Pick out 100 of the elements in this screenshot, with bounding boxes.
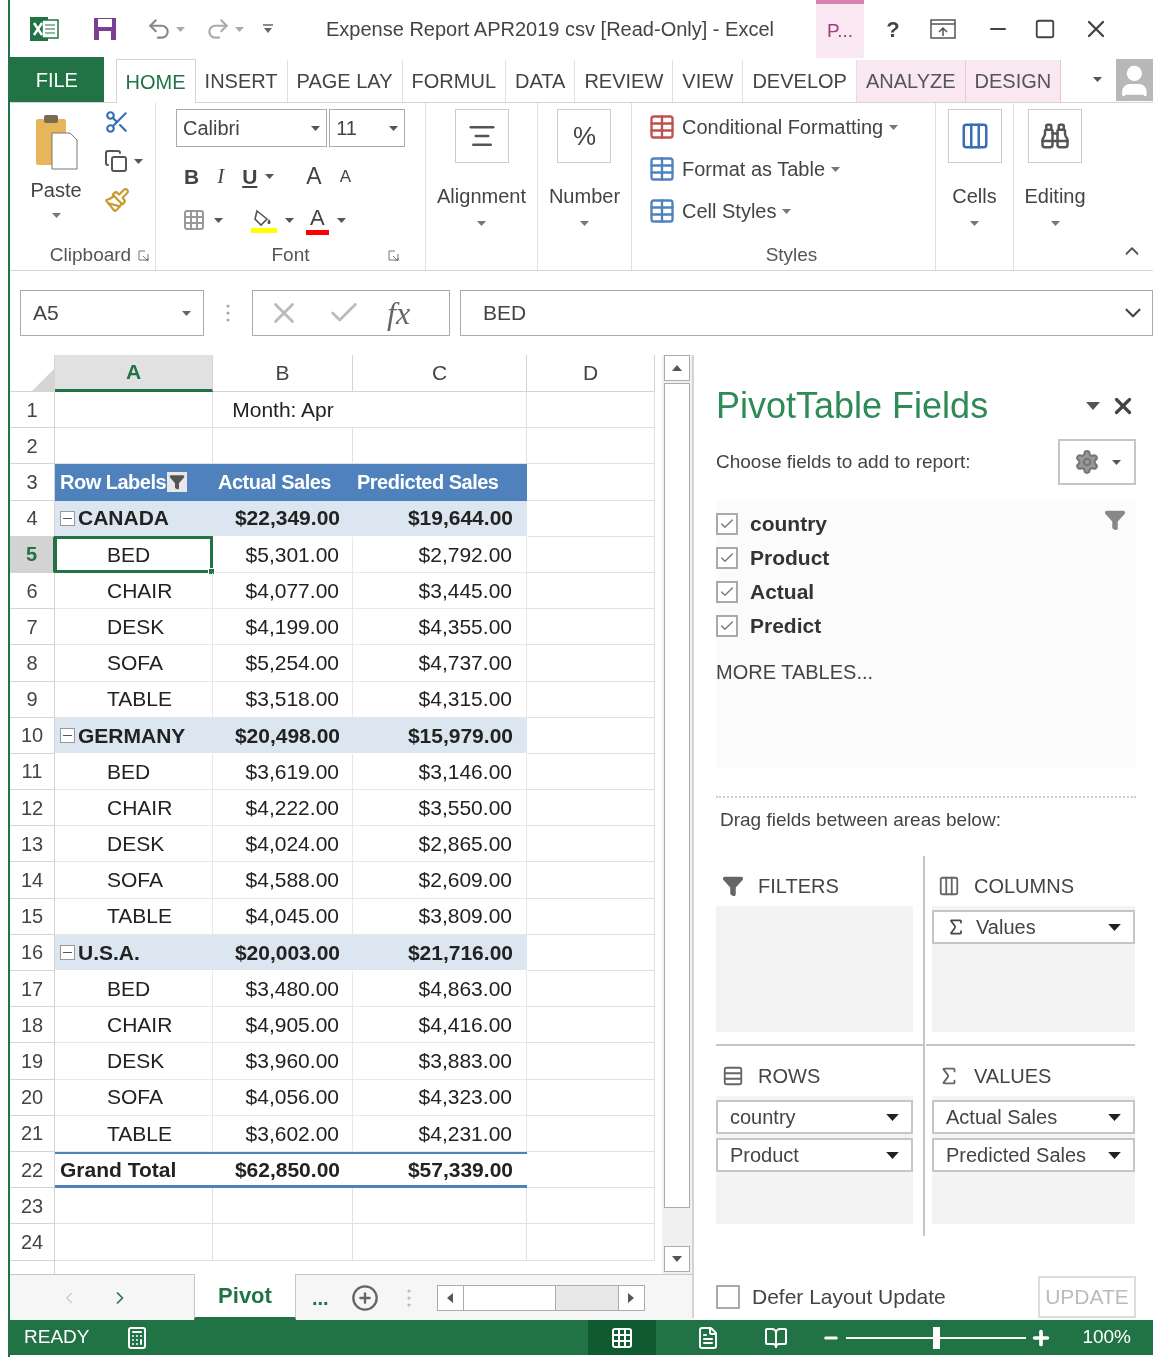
zoom-thumb[interactable] bbox=[933, 1326, 941, 1349]
row-header[interactable]: 22 bbox=[10, 1151, 55, 1189]
checkbox[interactable] bbox=[716, 615, 738, 637]
row-header[interactable]: 3 bbox=[10, 464, 55, 501]
column-header[interactable]: C bbox=[353, 355, 527, 392]
underline-button[interactable]: U bbox=[242, 160, 258, 192]
row-header[interactable]: 2 bbox=[10, 428, 55, 465]
row-header[interactable]: 4 bbox=[10, 500, 55, 537]
ribbon-tab[interactable]: HOME bbox=[115, 59, 196, 103]
table-style-icon[interactable] bbox=[648, 155, 676, 183]
horizontal-scrollbar-thumb[interactable] bbox=[463, 1285, 556, 1310]
field-name[interactable]: country bbox=[750, 508, 827, 540]
paste-icon[interactable] bbox=[34, 113, 78, 171]
vertical-scrollbar-thumb[interactable] bbox=[664, 383, 690, 1208]
row-header[interactable]: 7 bbox=[10, 609, 55, 646]
field-name[interactable]: Product bbox=[750, 542, 830, 574]
ribbon-tab[interactable]: INSERT bbox=[195, 60, 288, 102]
table-grid-button[interactable] bbox=[947, 109, 1002, 163]
ribbon-tab[interactable]: REVIEW bbox=[575, 60, 674, 102]
ribbon-tab[interactable]: ANALYZE bbox=[856, 60, 966, 102]
column-header[interactable]: B bbox=[213, 355, 353, 392]
font-color-button[interactable]: A bbox=[306, 205, 329, 235]
collapse-icon[interactable] bbox=[60, 727, 75, 743]
spreadsheet-logo-icon[interactable] bbox=[30, 15, 60, 43]
row-header[interactable]: 23 bbox=[10, 1188, 55, 1225]
fill-color-icon[interactable] bbox=[251, 207, 277, 233]
row-header[interactable]: 24 bbox=[10, 1224, 55, 1261]
file-tab[interactable]: FILE bbox=[10, 57, 104, 102]
checkbox[interactable] bbox=[716, 513, 738, 535]
field-chip[interactable]: Predicted Sales bbox=[932, 1138, 1135, 1172]
drop-zone[interactable]: Actual Sales Predicted Sales bbox=[932, 1096, 1135, 1224]
scroll-up-button[interactable] bbox=[664, 355, 690, 381]
italic-button[interactable]: I bbox=[217, 160, 225, 192]
row-header[interactable]: 8 bbox=[10, 645, 55, 682]
help-button[interactable]: ? bbox=[878, 12, 908, 46]
new-sheet-icon[interactable] bbox=[350, 1283, 379, 1312]
undo-icon[interactable] bbox=[146, 16, 172, 42]
sheet-tab[interactable]: Pivot bbox=[194, 1274, 296, 1320]
row-header[interactable]: 14 bbox=[10, 862, 55, 899]
zoom-slider[interactable] bbox=[846, 1325, 1027, 1350]
borders-icon[interactable] bbox=[182, 208, 206, 232]
ribbon-button-label[interactable]: Cells bbox=[952, 181, 997, 211]
row-header[interactable]: 9 bbox=[10, 681, 55, 718]
shrink-font-button[interactable]: A bbox=[339, 163, 352, 189]
checkbox[interactable] bbox=[716, 1285, 740, 1309]
row-header[interactable]: 1 bbox=[10, 392, 55, 429]
font-size-field[interactable]: 11 bbox=[329, 109, 405, 147]
zoom-level[interactable]: 100% bbox=[1082, 1323, 1131, 1352]
ribbon-button-label[interactable]: Editing bbox=[1024, 181, 1086, 211]
styles-menu-button[interactable]: Conditional Formatting bbox=[682, 112, 884, 142]
field-chip[interactable]: Actual Sales bbox=[932, 1100, 1135, 1134]
grow-font-button[interactable]: A bbox=[306, 159, 322, 194]
table-style-icon[interactable] bbox=[648, 197, 676, 225]
checkbox[interactable] bbox=[716, 581, 738, 603]
bold-button[interactable]: B bbox=[184, 160, 200, 192]
ribbon-tab[interactable]: VIEW bbox=[673, 60, 744, 102]
row-header[interactable]: 10 bbox=[10, 717, 55, 754]
maximize-icon[interactable] bbox=[1034, 18, 1056, 40]
ribbon-button-label[interactable]: Alignment bbox=[437, 181, 526, 211]
ribbon-button-label[interactable]: Number bbox=[548, 181, 621, 211]
row-header[interactable]: 13 bbox=[10, 826, 55, 863]
row-header[interactable]: 19 bbox=[10, 1043, 55, 1080]
filter-icon[interactable] bbox=[167, 471, 188, 492]
drop-zone[interactable]: Values bbox=[932, 906, 1135, 1032]
column-header[interactable]: A bbox=[55, 355, 213, 392]
table-style-icon[interactable] bbox=[648, 113, 676, 141]
formula-field[interactable]: BED bbox=[460, 290, 1153, 336]
drop-zone[interactable]: country Product bbox=[716, 1096, 913, 1224]
row-header[interactable]: 15 bbox=[10, 898, 55, 935]
collapse-icon[interactable] bbox=[60, 944, 75, 960]
save-icon[interactable] bbox=[92, 16, 118, 42]
field-name[interactable]: Actual bbox=[750, 576, 815, 608]
copy-icon[interactable] bbox=[104, 149, 128, 173]
settings-button[interactable] bbox=[1058, 439, 1136, 485]
row-header[interactable]: 11 bbox=[10, 753, 55, 791]
paste-label[interactable]: Paste bbox=[30, 175, 82, 205]
collapse-icon[interactable] bbox=[60, 510, 75, 526]
scroll-down-button[interactable] bbox=[664, 1246, 690, 1272]
ribbon-tab[interactable]: PAGE LAY bbox=[287, 60, 403, 102]
customize-toolbar-icon[interactable] bbox=[262, 24, 274, 34]
scroll-right-button[interactable] bbox=[617, 1285, 644, 1310]
row-header[interactable]: 21 bbox=[10, 1115, 55, 1152]
row-header[interactable]: 6 bbox=[10, 572, 55, 610]
more-tables-link[interactable]: MORE TABLES... bbox=[716, 657, 1136, 687]
styles-menu-button[interactable]: Format as Table bbox=[682, 154, 826, 184]
field-name[interactable]: Predict bbox=[750, 610, 822, 642]
page-break-view-icon[interactable] bbox=[764, 1325, 789, 1350]
format-painter-icon[interactable] bbox=[104, 187, 130, 213]
binoculars-button[interactable] bbox=[1028, 109, 1082, 163]
normal-view-button[interactable] bbox=[588, 1320, 657, 1355]
ribbon-tab[interactable]: DEVELOP bbox=[743, 60, 857, 102]
ribbon-tab[interactable]: DATA bbox=[506, 60, 576, 102]
field-chip[interactable]: Product bbox=[716, 1138, 913, 1172]
ribbon-tab[interactable]: DESIGN bbox=[965, 60, 1062, 102]
dialog-launcher-icon[interactable] bbox=[388, 249, 399, 261]
font-name-field[interactable]: Calibri bbox=[176, 109, 328, 147]
scroll-left-button[interactable] bbox=[437, 1285, 464, 1310]
row-header[interactable]: 18 bbox=[10, 1007, 55, 1044]
row-header[interactable]: 16 bbox=[10, 934, 55, 971]
row-header[interactable]: 20 bbox=[10, 1079, 55, 1116]
